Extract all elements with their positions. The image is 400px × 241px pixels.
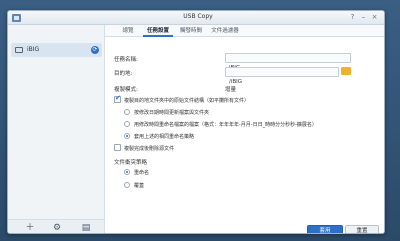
conflict-overwrite-radio[interactable] <box>124 182 130 188</box>
keep-structure-checkbox[interactable] <box>114 94 121 103</box>
destination-field[interactable] <box>225 67 339 86</box>
delete-source-checkbox[interactable] <box>114 144 121 151</box>
task-settings-panel: 總覽 任務設置 觸發時間 文件過濾器 任務名稱: 目的地: 複製模式: 增量 複… <box>105 25 384 233</box>
conflict-overwrite-label: 覆蓋 <box>134 183 145 189</box>
task-name-label: 任務名稱: <box>114 57 138 63</box>
usb-copy-window: USB Copy ? – × iBIG ⟳ ＋ ⚙ ▤ 總覽 任務設置 觸發時間… <box>7 10 385 234</box>
settings-gear-icon[interactable]: ⚙ <box>51 222 63 233</box>
option-keep-label: 套用上述的相同重命名策略 <box>134 134 195 140</box>
close-icon[interactable]: × <box>370 13 379 22</box>
apply-button[interactable]: 套用 <box>307 225 343 233</box>
window-titlebar: USB Copy ? – × <box>8 11 384 25</box>
keep-structure-label: 複製目的地文件夾中的原始文件結構（如平攤所有文件） <box>124 98 250 104</box>
destination-input[interactable] <box>226 78 338 86</box>
browse-folder-icon[interactable] <box>341 67 351 75</box>
tab-trigger-time[interactable]: 觸發時間 <box>177 25 205 37</box>
minimize-icon[interactable]: – <box>359 13 368 22</box>
destination-label: 目的地: <box>114 71 133 77</box>
sidebar-item-ibig[interactable]: iBIG ⟳ <box>11 43 102 57</box>
option-rename-label: 用修改時間重命名檔案的檔案（格式：年年年年-月月-日日_時時分分秒秒-擴展名） <box>134 122 317 128</box>
option-overwrite-radio[interactable] <box>124 109 130 115</box>
sidebar-item-label: iBIG <box>27 46 40 53</box>
sidebar-footer: ＋ ⚙ ▤ <box>8 219 104 233</box>
tab-file-filter[interactable]: 文件過濾器 <box>209 25 241 37</box>
tab-bar: 總覽 任務設置 觸發時間 文件過濾器 <box>105 25 384 37</box>
window-title: USB Copy <box>183 13 213 20</box>
option-overwrite-label: 按修改日期時間更新檔案與文件夾 <box>134 110 210 116</box>
task-sidebar: iBIG ⟳ ＋ ⚙ ▤ <box>8 25 105 233</box>
log-icon[interactable]: ▤ <box>80 222 92 233</box>
folder-icon <box>15 47 23 53</box>
help-icon[interactable]: ? <box>348 13 357 22</box>
tab-task-settings[interactable]: 任務設置 <box>143 25 173 37</box>
copy-mode-value[interactable]: 增量 <box>225 85 236 93</box>
sync-icon: ⟳ <box>91 46 99 54</box>
reset-button[interactable]: 重置 <box>345 225 379 233</box>
task-name-field[interactable] <box>225 53 351 72</box>
conflict-rename-radio[interactable] <box>124 169 130 175</box>
option-rename-radio[interactable] <box>124 121 130 127</box>
conflict-rename-label: 重命名 <box>134 170 150 176</box>
tab-overview[interactable]: 總覽 <box>117 25 139 37</box>
delete-source-label: 複製完成後刪除源文件 <box>124 146 175 152</box>
option-keep-radio[interactable] <box>124 133 130 139</box>
copy-mode-label: 複製模式: <box>114 87 138 93</box>
add-task-icon[interactable]: ＋ <box>24 222 36 233</box>
conflict-policy-label: 文件衝突策略 <box>114 160 148 166</box>
usb-copy-app-icon <box>12 14 21 22</box>
